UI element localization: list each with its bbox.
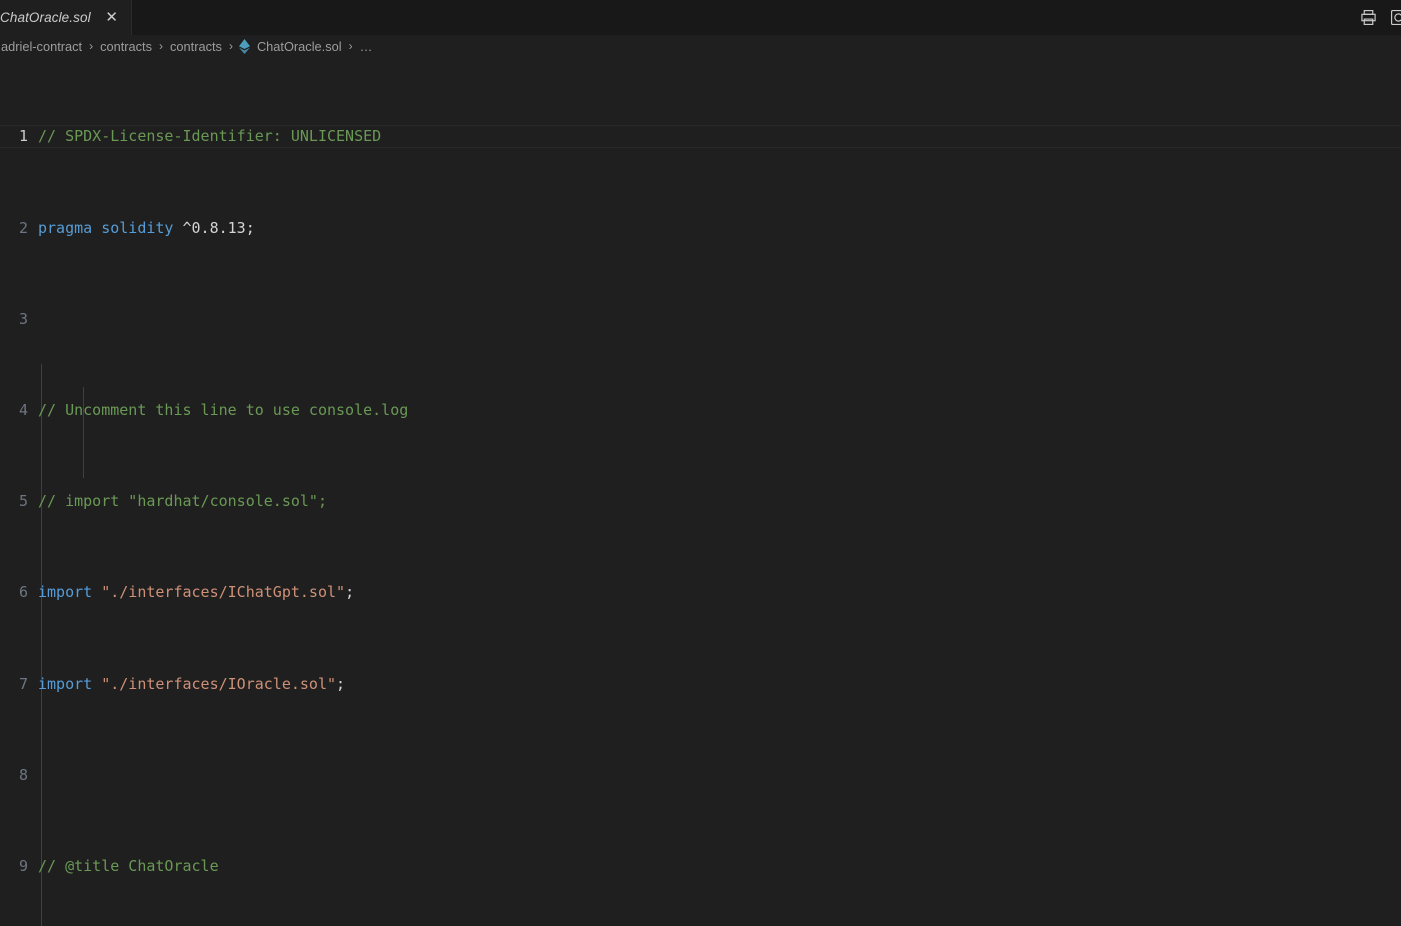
breadcrumb-label: adriel-contract	[1, 38, 83, 54]
code-line[interactable]: 2 pragma solidity ^0.8.13;	[0, 217, 1401, 240]
line-content: import "./interfaces/IOracle.sol";	[38, 674, 346, 693]
breadcrumb-label: contracts	[100, 38, 153, 54]
line-content: // @title ChatOracle	[38, 856, 219, 875]
line-content: // import "hardhat/console.sol";	[38, 492, 327, 511]
close-icon[interactable]: ✕	[103, 9, 121, 27]
line-number: 4	[18, 400, 28, 419]
breadcrumb-separator: ›	[159, 39, 164, 53]
code-line[interactable]: 1 // SPDX-License-Identifier: UNLICENSED	[0, 125, 1401, 149]
line-number: 5	[18, 492, 28, 511]
tab-bar-spacer	[131, 0, 1355, 35]
line-content: // SPDX-License-Identifier: UNLICENSED	[38, 127, 382, 146]
line-content: // Uncomment this line to use console.lo…	[38, 400, 409, 419]
line-number: 1	[18, 127, 28, 146]
code-line[interactable]: 4 // Uncomment this line to use console.…	[0, 399, 1401, 422]
breadcrumb-label: ChatOracle.sol	[256, 38, 342, 54]
breadcrumb-item-2[interactable]: contracts	[169, 39, 223, 54]
code-line[interactable]: 9 // @title ChatOracle	[0, 855, 1401, 878]
code-line[interactable]: 5 // import "hardhat/console.sol";	[0, 490, 1401, 513]
breadcrumb-item-1[interactable]: contracts	[99, 39, 153, 54]
breadcrumb-separator: ›	[228, 39, 233, 53]
code-lines[interactable]: 1 // SPDX-License-Identifier: UNLICENSED…	[0, 57, 1401, 926]
line-number: 6	[18, 583, 28, 602]
tab-chatoracle-sol[interactable]: ChatOracle.sol ✕	[0, 0, 132, 35]
breadcrumb-label: contracts	[170, 38, 222, 54]
code-editor[interactable]: 1 // SPDX-License-Identifier: UNLICENSED…	[0, 57, 1401, 926]
line-content: import "./interfaces/IChatGpt.sol";	[38, 583, 355, 602]
line-number: 8	[18, 765, 28, 784]
partial-icon[interactable]	[1385, 5, 1401, 31]
breadcrumb-item-4[interactable]: …	[359, 39, 374, 54]
editor-tab-bar: ChatOracle.sol ✕	[0, 0, 1401, 35]
line-number: 7	[18, 674, 28, 693]
line-number: 2	[18, 218, 28, 237]
print-icon[interactable]	[1355, 5, 1381, 31]
code-line[interactable]: 3	[0, 308, 1401, 331]
breadcrumb-item-0[interactable]: adriel-contract	[0, 39, 83, 54]
code-line[interactable]: 6 import "./interfaces/IChatGpt.sol";	[0, 581, 1401, 604]
breadcrumb-separator: ›	[89, 39, 94, 53]
code-line[interactable]: 8	[0, 764, 1401, 787]
line-number: 3	[18, 309, 28, 328]
line-number: 9	[18, 856, 28, 875]
line-content: pragma solidity ^0.8.13;	[38, 218, 255, 237]
editor-actions	[1355, 0, 1401, 35]
breadcrumb-item-3[interactable]: ChatOracle.sol	[238, 38, 343, 54]
code-line[interactable]: 7 import "./interfaces/IOracle.sol";	[0, 673, 1401, 696]
breadcrumb-separator: ›	[348, 39, 353, 53]
tab-label: ChatOracle.sol	[0, 10, 91, 25]
breadcrumb-label: …	[359, 38, 373, 54]
solidity-diamond-icon	[238, 38, 250, 54]
breadcrumb: adriel-contract › contracts › contracts …	[0, 35, 1401, 57]
